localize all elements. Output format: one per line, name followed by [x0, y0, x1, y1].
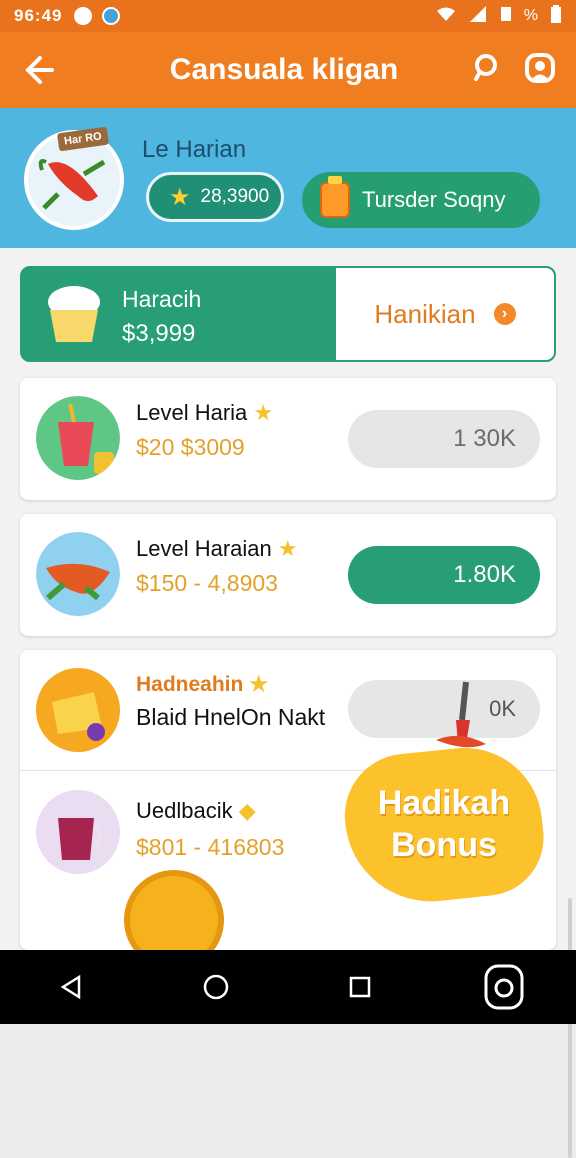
circle-home-icon	[203, 974, 229, 1000]
bonus-text: Hadikah Bonus	[377, 784, 511, 864]
item-name: Uedlbacik ◆	[136, 798, 256, 823]
page-title: Cansuala kligan	[169, 53, 399, 86]
cheese-icon	[36, 668, 120, 752]
nav-home-button[interactable]	[186, 957, 246, 1017]
search-icon	[474, 53, 497, 81]
buy-button[interactable]: 1 30K	[348, 410, 540, 468]
nav-recents-button[interactable]	[330, 957, 390, 1017]
profile-button[interactable]	[524, 52, 556, 89]
claim-button[interactable]: Hanikian ›	[336, 268, 554, 360]
item-name: Hadneahin ★	[136, 673, 269, 696]
status-time: 96:49	[14, 6, 63, 25]
nav-back-button[interactable]	[42, 957, 102, 1017]
jar-icon	[320, 176, 350, 218]
star-icon: ★	[253, 400, 274, 425]
bonus-badge[interactable]: Hadikah Bonus	[338, 681, 550, 910]
list-item: Level Haria ★ $20 $3009 1 30K	[20, 378, 556, 500]
coin-icon	[124, 870, 224, 950]
coin-balance[interactable]: ★ 28,3900	[146, 172, 284, 222]
search-button[interactable]	[472, 52, 502, 89]
star-icon: ★	[277, 536, 298, 561]
notification-icon	[74, 7, 93, 25]
battery-percent: %	[523, 7, 538, 24]
app-bar: Cansuala kligan	[0, 32, 576, 108]
arrow-left-icon	[25, 56, 54, 84]
profile-icon	[525, 52, 555, 83]
cup-icon	[36, 790, 120, 874]
star-icon: ★	[249, 673, 269, 696]
assistant-button[interactable]	[474, 957, 534, 1017]
drink-icon	[36, 396, 120, 480]
ice-cream-icon	[48, 286, 100, 342]
item-subtitle: Blaid HnelOn Nakt	[136, 704, 326, 730]
user-name: Le Harian	[142, 136, 247, 163]
pepper-icon	[36, 532, 120, 616]
item-name: Level Haria ★	[136, 400, 274, 425]
content-area: Haracih $3,999 Hanikian › Level Haria ★ …	[0, 248, 576, 1158]
feature-title: Haracih	[122, 286, 202, 312]
battery-icon	[550, 4, 562, 28]
item-price: $801 - 416803	[136, 834, 285, 860]
sim-icon	[500, 6, 512, 27]
star-icon: ★	[169, 183, 191, 211]
item-name: Level Haraian ★	[136, 536, 298, 561]
bonus-card: Hadneahin ★ Blaid HnelOn Nakt 0K Uedlbac…	[20, 650, 556, 950]
system-nav-bar	[0, 950, 576, 1024]
store-button[interactable]: Tursder Soqny	[302, 172, 540, 228]
wifi-icon	[436, 6, 456, 27]
signal-icon	[468, 5, 488, 27]
coin-balance-value: 28,3900	[200, 186, 270, 207]
scrollbar[interactable]	[568, 898, 572, 1158]
profile-header: Har RO Le Harian ★ 28,3900 Tursder Soqny	[0, 108, 576, 248]
status-bar: 96:49 %	[0, 0, 576, 32]
daily-feature-card: Haracih $3,999 Hanikian ›	[20, 266, 556, 362]
item-price: $150 - 4,8903	[136, 570, 278, 596]
ticket-icon: ◆	[238, 798, 256, 823]
item-price: $20 $3009	[136, 434, 245, 460]
list-item: Level Haraian ★ $150 - 4,8903 1.80K	[20, 514, 556, 636]
triangle-back-icon	[60, 974, 81, 1000]
back-button[interactable]	[0, 32, 76, 108]
square-recents-icon	[349, 976, 371, 998]
store-label: Tursder Soqny	[362, 187, 506, 212]
app-notification-icon	[102, 7, 121, 25]
chevron-right-icon: ›	[493, 303, 516, 325]
screwdriver-icon	[436, 681, 486, 748]
assistant-icon	[484, 964, 524, 1010]
claim-label: Hanikian	[374, 298, 476, 329]
buy-button[interactable]: 1.80K	[348, 546, 540, 604]
feature-price: $3,999	[122, 320, 196, 347]
